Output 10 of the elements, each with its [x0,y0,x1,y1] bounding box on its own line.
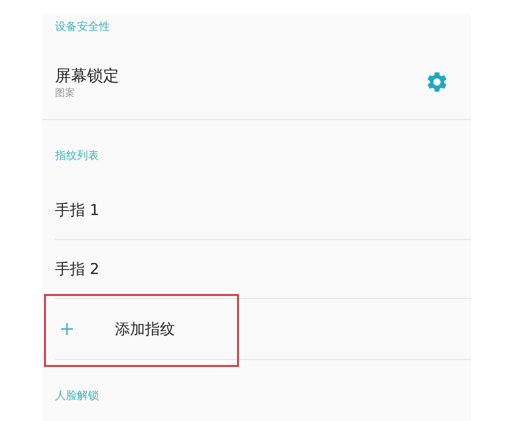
fingerprint-item[interactable]: 手指 1 [55,180,471,240]
section-header: 设备安全性 [55,20,110,32]
add-fingerprint-item[interactable]: 添加指纹 [55,298,471,360]
row-title: 屏幕锁定 [55,66,119,86]
settings-icon[interactable] [425,70,449,94]
screen-lock-row[interactable]: 屏幕锁定 图案 [42,38,471,120]
section-header: 指纹列表 [55,150,99,161]
section-header: 人脸解锁 [55,390,99,401]
fingerprint-item[interactable]: 手指 2 [55,240,471,299]
row-summary: 图案 [55,88,76,100]
